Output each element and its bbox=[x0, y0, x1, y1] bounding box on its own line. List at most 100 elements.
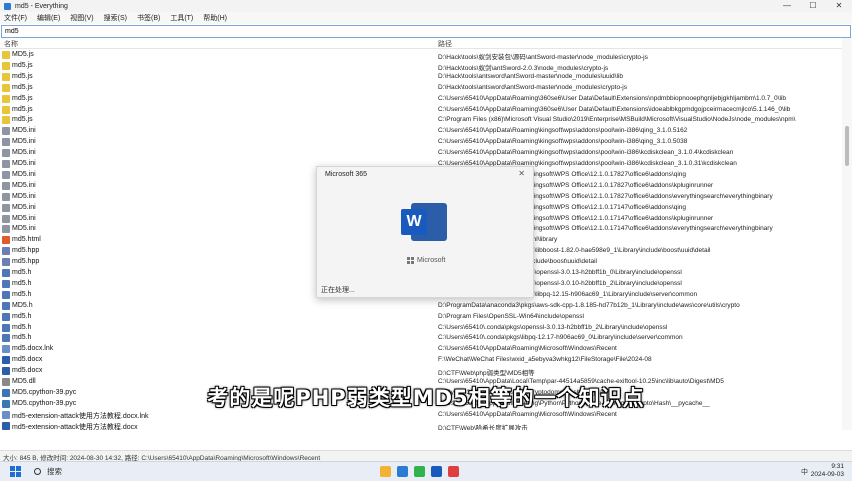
file-type-icon bbox=[2, 149, 10, 158]
table-row[interactable]: md5.h C:\Users\65410\.conda\pkgs\libpq-12… bbox=[0, 333, 842, 344]
file-name: md5-extension-attack使用方法教程.docx bbox=[12, 423, 138, 430]
file-name: md5.docx.lnk bbox=[12, 345, 54, 353]
file-type-icon bbox=[2, 247, 10, 256]
table-row[interactable]: md5.h D:\Program Files\OpenSSL-Win64\incl… bbox=[0, 312, 842, 323]
file-name: MD5.ini bbox=[12, 203, 36, 211]
file-type-icon bbox=[2, 138, 10, 147]
column-name-header[interactable]: 名称 bbox=[4, 39, 18, 49]
file-type-icon bbox=[2, 421, 10, 430]
menu-bookmarks[interactable]: 书签(B) bbox=[137, 13, 160, 23]
table-row[interactable]: md5.js D:\Hack\tools\antsword\antSword-ma… bbox=[0, 72, 842, 83]
column-path-header[interactable]: 路径 bbox=[438, 39, 452, 49]
file-type-icon bbox=[2, 334, 10, 343]
file-name: md5.h bbox=[12, 269, 32, 276]
file-name: MD5.ini bbox=[12, 138, 36, 146]
file-name: MD5.js bbox=[12, 51, 34, 58]
file-type-icon bbox=[2, 269, 10, 277]
menu-file[interactable]: 文件(F) bbox=[4, 13, 27, 23]
menu-bar: 文件(F) 编辑(E) 视图(V) 搜索(S) 书签(B) 工具(T) 帮助(H… bbox=[0, 12, 852, 24]
file-name: MD5.h bbox=[12, 301, 33, 309]
windows-start-icon[interactable] bbox=[10, 466, 21, 477]
file-type-icon bbox=[2, 301, 10, 310]
table-row[interactable]: MD5.ini C:\Users\65410\AppData\Roaming\ki… bbox=[0, 137, 842, 148]
scrollbar-thumb[interactable] bbox=[845, 126, 849, 166]
table-row[interactable]: md5.js C:\Users\65410\AppData\Roaming\360… bbox=[0, 105, 842, 116]
table-row[interactable]: md5.docx.lnk C:\Users\65410\AppData\Roami… bbox=[0, 344, 842, 355]
file-name: MD5.ini bbox=[12, 214, 36, 222]
file-name: md5.js bbox=[12, 116, 33, 124]
microsoft-brand-text: Microsoft bbox=[417, 257, 446, 264]
file-path: C:\Users\65410\AppData\Roaming\kingsoft\… bbox=[438, 127, 688, 135]
wechat-icon[interactable] bbox=[414, 466, 425, 477]
table-row[interactable]: md5.docx D:\CTF\Web\php弱类型\MD5相等 bbox=[0, 366, 842, 377]
table-row[interactable]: md5.h C:\Users\65410\.conda\pkgs\openssl-… bbox=[0, 323, 842, 334]
taskbar-search-label: 搜索 bbox=[47, 467, 62, 476]
table-row[interactable]: MD5.ini C:\Users\65410\AppData\Roaming\ki… bbox=[0, 148, 842, 159]
splash-close-icon[interactable]: ✕ bbox=[518, 169, 525, 178]
search-input[interactable] bbox=[2, 26, 852, 37]
table-row[interactable]: md5.docx F:\WeChat\WeChat Files\wxid_a5eb… bbox=[0, 355, 842, 366]
menu-view[interactable]: 视图(V) bbox=[70, 13, 93, 23]
file-explorer-icon[interactable] bbox=[380, 466, 391, 477]
video-subtitle: 考的是呢PHP弱类型MD5相等的一个知识点 bbox=[207, 386, 645, 410]
file-type-icon bbox=[2, 345, 10, 354]
file-name: md5.hpp bbox=[12, 258, 40, 266]
taskbar: 搜索 中 9:31 2024-09-03 bbox=[0, 461, 852, 481]
file-name: md5.js bbox=[12, 72, 33, 80]
table-row[interactable]: md5.js D:\Hack\tools\蚁剑\antSword-2.0.3\no… bbox=[0, 61, 842, 72]
table-row[interactable]: MD5.h D:\ProgramData\anaconda3\pkgs\aws-s… bbox=[0, 301, 842, 312]
clock-time: 9:31 bbox=[831, 463, 844, 470]
file-path: D:\Hack\tools\蚁剑\antSword-2.0.3\node_mod… bbox=[438, 64, 609, 72]
file-name: md5.js bbox=[12, 61, 33, 69]
table-row[interactable]: MD5.js D:\Hack\tools\蚁剑安装包\源码\antSword-ma… bbox=[0, 50, 842, 61]
close-button[interactable]: ✕ bbox=[826, 0, 852, 12]
file-path: C:\Users\65410\AppData\Roaming\kingsoft\… bbox=[438, 149, 734, 157]
system-clock[interactable]: 9:31 2024-09-03 bbox=[811, 463, 844, 479]
file-name: md5.js bbox=[12, 83, 33, 91]
input-method-indicator[interactable]: 中 bbox=[801, 467, 808, 477]
microsoft-logo: Microsoft bbox=[407, 257, 445, 264]
word-letter: W bbox=[401, 209, 427, 235]
file-type-icon bbox=[2, 83, 10, 92]
file-type-icon bbox=[2, 72, 10, 81]
column-header: 名称 路径 bbox=[0, 38, 842, 49]
file-name: MD5.ini bbox=[12, 160, 36, 167]
word-taskbar-icon[interactable] bbox=[431, 466, 442, 477]
maximize-button[interactable]: ☐ bbox=[800, 0, 826, 12]
file-path: D:\Hack\tools\antsword\antSword-master\n… bbox=[438, 83, 627, 91]
file-name: md5.docx bbox=[12, 367, 43, 375]
search-icon bbox=[34, 468, 41, 475]
file-name: MD5.ini bbox=[12, 225, 36, 233]
menu-help[interactable]: 帮助(H) bbox=[203, 13, 227, 23]
table-row[interactable]: md5.js C:\Program Files (x86)\Microsoft V… bbox=[0, 115, 842, 126]
menu-edit[interactable]: 编辑(E) bbox=[37, 13, 60, 23]
file-type-icon bbox=[2, 323, 10, 332]
file-type-icon bbox=[2, 258, 10, 267]
file-path: C:\Users\65410\.conda\pkgs\libpq-12.17-h… bbox=[438, 334, 683, 342]
vertical-scrollbar[interactable] bbox=[842, 38, 852, 430]
table-row[interactable]: md5-extension-attack使用方法教程.docx D:\CTF\We… bbox=[0, 421, 842, 430]
status-bar: 大小: 845 B, 修改时间: 2024-08-30 14:32, 路径: C… bbox=[0, 450, 852, 462]
word-icon: W bbox=[401, 203, 447, 241]
table-row[interactable]: MD5.ini C:\Users\65410\AppData\Roaming\ki… bbox=[0, 126, 842, 137]
menu-search[interactable]: 搜索(S) bbox=[104, 13, 127, 23]
splash-title: Microsoft 365 bbox=[325, 171, 368, 178]
table-row[interactable]: md5.js D:\Hack\tools\antsword\antSword-ma… bbox=[0, 83, 842, 94]
taskbar-search[interactable]: 搜索 bbox=[34, 466, 144, 477]
file-type-icon bbox=[2, 105, 10, 114]
table-row[interactable]: md5.js C:\Users\65410\AppData\Roaming\360… bbox=[0, 94, 842, 105]
app-icon[interactable] bbox=[448, 466, 459, 477]
menu-tools[interactable]: 工具(T) bbox=[170, 13, 193, 23]
file-name: md5.docx bbox=[12, 356, 43, 364]
file-type-icon bbox=[2, 312, 10, 321]
minimize-button[interactable]: — bbox=[774, 0, 800, 12]
edge-browser-icon[interactable] bbox=[397, 466, 408, 477]
file-path: D:\Hack\tools\antsword\antSword-master\n… bbox=[438, 72, 623, 80]
file-name: md5.h bbox=[12, 279, 32, 287]
file-type-icon bbox=[2, 51, 10, 59]
file-type-icon bbox=[2, 236, 10, 245]
file-type-icon bbox=[2, 192, 10, 201]
file-path: D:\CTF\Web\php弱类型\MD5相等 bbox=[438, 370, 535, 378]
file-type-icon bbox=[2, 127, 10, 136]
everything-app-icon bbox=[4, 2, 11, 10]
